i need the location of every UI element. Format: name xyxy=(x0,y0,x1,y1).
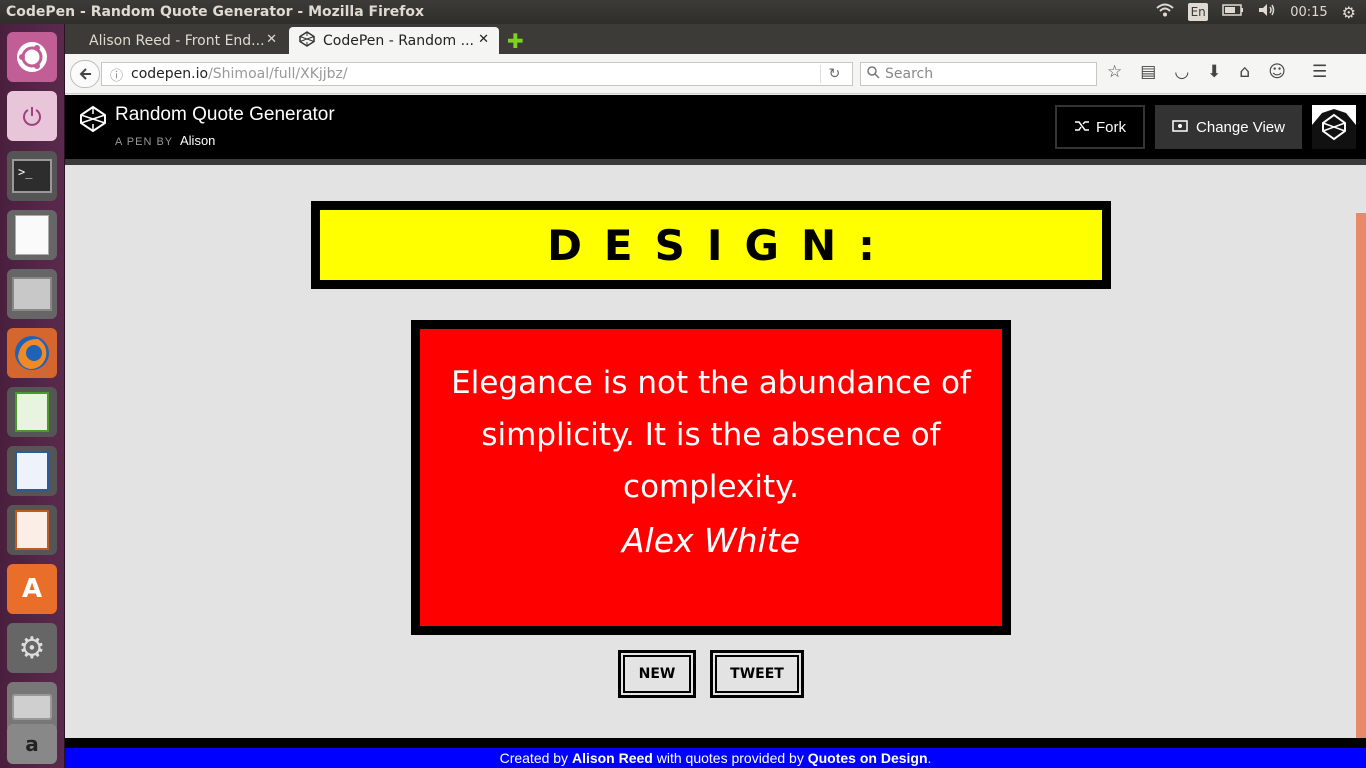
wifi-icon[interactable] xyxy=(1156,3,1174,21)
quote-panel: Elegance is not the abundance of simplic… xyxy=(420,329,1002,626)
back-arrow-icon[interactable] xyxy=(70,60,100,88)
tab-codepen[interactable]: CodePen - Random ... ✕ xyxy=(289,27,499,54)
pocket-icon[interactable]: ◡ xyxy=(1174,62,1189,82)
window-title: CodePen - Random Quote Generator - Mozil… xyxy=(6,4,425,20)
system-settings-icon[interactable]: ⚙ xyxy=(7,623,57,673)
software-center-icon[interactable]: A xyxy=(7,564,57,614)
new-tab-plus-icon[interactable]: ✚ xyxy=(507,29,524,53)
presentation-icon[interactable] xyxy=(7,505,57,555)
url-path: /Shimoal/full/XKjjbz/ xyxy=(208,66,348,82)
launcher: >_ A ⚙ a xyxy=(0,24,65,768)
reading-list-icon[interactable]: ▤ xyxy=(1140,62,1156,82)
fork-button[interactable]: Fork xyxy=(1055,105,1145,149)
user-avatar[interactable] xyxy=(1312,105,1356,149)
scrollbar[interactable] xyxy=(1356,213,1366,738)
top-panel: CodePen - Random Quote Generator - Mozil… xyxy=(0,0,1366,24)
quote-box: Elegance is not the abundance of simplic… xyxy=(411,320,1011,635)
writer-icon[interactable] xyxy=(7,446,57,496)
text-editor-icon[interactable] xyxy=(7,210,57,260)
codepen-header: Random Quote Generator A PEN BY Alison F… xyxy=(65,95,1366,159)
navigation-bar: ⓘ codepen.io/Shimoal/full/XKjjbz/ ↻ Sear… xyxy=(65,54,1366,94)
spreadsheet-icon[interactable] xyxy=(7,387,57,437)
terminal-icon[interactable]: >_ xyxy=(7,151,57,201)
files-icon[interactable] xyxy=(7,269,57,319)
settings-gear-icon[interactable]: ⚙ xyxy=(1342,3,1356,22)
firefox-window: Alison Reed - Front End... ✕ CodePen - R… xyxy=(65,24,1366,768)
fork-label: Fork xyxy=(1096,118,1126,136)
pen-author-link[interactable]: Alison xyxy=(180,133,215,148)
heading: DESIGN: xyxy=(320,210,1102,280)
reload-icon[interactable]: ↻ xyxy=(820,65,848,83)
clock[interactable]: 00:15 xyxy=(1290,5,1327,20)
download-arrow-icon[interactable]: ⬇ xyxy=(1207,62,1221,82)
quote-text: Elegance is not the abundance of simplic… xyxy=(451,365,971,505)
pen-by-label: A PEN BY xyxy=(115,136,173,148)
close-tab-icon[interactable]: ✕ xyxy=(266,32,277,47)
url-bar[interactable]: ⓘ codepen.io/Shimoal/full/XKjjbz/ ↻ xyxy=(101,62,853,86)
quote-author: Alex White xyxy=(621,521,801,560)
codepen-favicon-icon xyxy=(299,30,315,51)
footer-prefix: Created by xyxy=(499,750,569,766)
close-tab-icon[interactable]: ✕ xyxy=(478,32,489,47)
footer-middle: with quotes provided by xyxy=(656,750,804,766)
tab-label: CodePen - Random ... xyxy=(323,32,474,49)
change-view-label: Change View xyxy=(1196,118,1285,136)
footer-border xyxy=(65,738,1366,748)
search-bar[interactable]: Search xyxy=(860,62,1097,86)
keyboard-layout-indicator[interactable]: En xyxy=(1188,3,1209,21)
indicator-area: En 00:15 ⚙ xyxy=(1156,3,1366,22)
tab-label: Alison Reed - Front End... xyxy=(89,32,265,49)
chat-icon[interactable]: ☺ xyxy=(1268,62,1286,82)
footer-creator-link[interactable]: Alison Reed xyxy=(572,750,653,766)
home-icon[interactable]: ⌂ xyxy=(1239,62,1250,82)
hamburger-menu-icon[interactable]: ☰ xyxy=(1312,62,1327,82)
search-placeholder: Search xyxy=(885,66,934,82)
view-icon xyxy=(1172,119,1188,136)
url-host: codepen.io xyxy=(131,66,209,82)
shutdown-icon[interactable] xyxy=(7,91,57,141)
heading-box: DESIGN: xyxy=(311,201,1111,289)
tweet-button[interactable]: TWEET xyxy=(710,650,804,698)
tab-bar: Alison Reed - Front End... ✕ CodePen - R… xyxy=(65,24,1366,54)
toolbar-icons: ☆ ▤ ◡ ⬇ ⌂ ☺ ☰ xyxy=(1107,62,1327,82)
battery-icon[interactable] xyxy=(1222,4,1244,20)
tab-alison-reed[interactable]: Alison Reed - Front End... ✕ xyxy=(65,27,287,54)
codepen-logo-icon[interactable] xyxy=(79,105,107,133)
volume-icon[interactable] xyxy=(1258,3,1276,21)
amazon-icon[interactable]: a xyxy=(7,724,57,764)
search-icon xyxy=(867,65,880,83)
firefox-icon[interactable] xyxy=(7,328,57,378)
fork-icon xyxy=(1074,119,1090,136)
change-view-button[interactable]: Change View xyxy=(1155,105,1302,149)
footer: Created by Alison Reed with quotes provi… xyxy=(65,748,1366,768)
pen-output: DESIGN: Elegance is not the abundance of… xyxy=(65,165,1366,738)
pen-byline: A PEN BY Alison xyxy=(115,133,215,148)
pen-title: Random Quote Generator xyxy=(115,104,335,125)
info-icon[interactable]: ⓘ xyxy=(110,65,123,84)
footer-source-link[interactable]: Quotes on Design xyxy=(808,750,928,766)
new-quote-button[interactable]: NEW xyxy=(618,650,696,698)
ubuntu-dash-icon[interactable] xyxy=(7,32,57,82)
bookmark-star-icon[interactable]: ☆ xyxy=(1107,62,1122,82)
footer-suffix: . xyxy=(927,750,932,766)
